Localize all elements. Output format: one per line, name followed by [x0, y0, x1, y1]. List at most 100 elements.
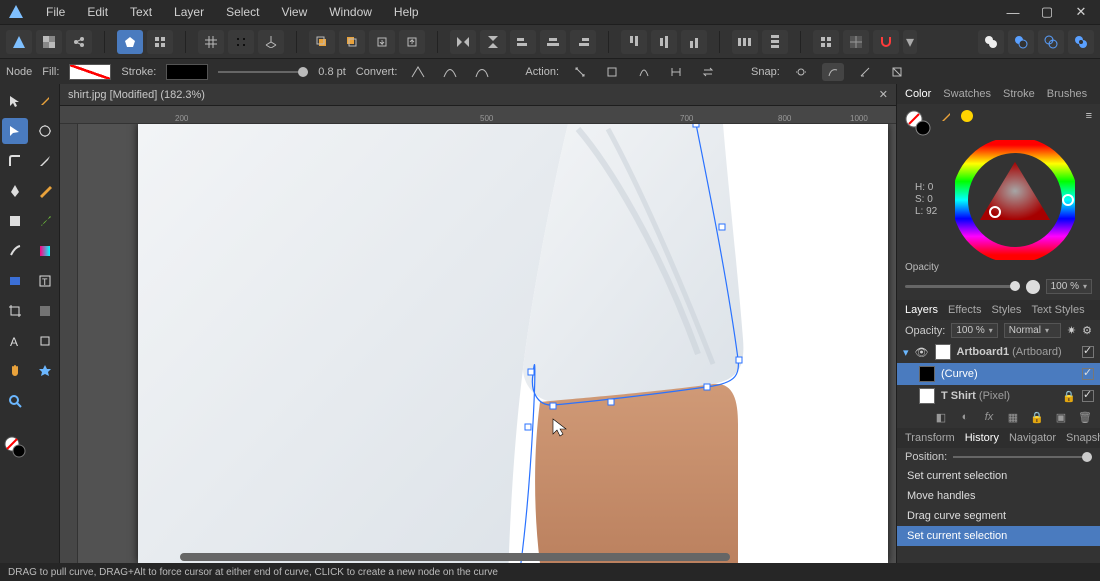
toolbar-snap-dropdown-icon[interactable]: ▾ [903, 30, 917, 54]
layer-btn-lock-icon[interactable]: 🔒 [1028, 411, 1046, 424]
toolbar-bool-add-icon[interactable] [978, 30, 1004, 54]
toolbar-planes-icon[interactable] [258, 30, 284, 54]
tool-fill-stroke-icon[interactable] [2, 434, 28, 460]
opacity-value[interactable]: 100 % [1046, 279, 1092, 294]
menu-view[interactable]: View [271, 3, 317, 21]
stroke-width-slider[interactable] [218, 71, 308, 73]
tool-gradient-icon[interactable] [32, 238, 58, 264]
panel-tab-history[interactable]: History [965, 432, 999, 444]
toolbar-align-right-icon[interactable] [570, 30, 596, 54]
panel-tab-navigator[interactable]: Navigator [1009, 432, 1056, 444]
persona-export-icon[interactable] [66, 30, 92, 54]
scrollbar-horizontal[interactable] [180, 553, 730, 561]
layer-gear-icon[interactable]: ⚙ [1082, 324, 1092, 337]
color-wheel[interactable] [955, 140, 1075, 260]
tool-transparency-icon[interactable] [32, 298, 58, 324]
menu-window[interactable]: Window [319, 3, 382, 21]
layer-check[interactable] [1082, 368, 1094, 380]
tool-frame-icon[interactable]: T [32, 268, 58, 294]
layer-curve[interactable]: (Curve) [897, 363, 1100, 385]
maximize-button[interactable]: ▢ [1032, 2, 1062, 22]
layer-btn-group-icon[interactable]: ▣ [1052, 411, 1070, 424]
toolbar-bool-xor-icon[interactable] [1068, 30, 1094, 54]
panel-menu-icon[interactable]: ≡ [1086, 110, 1092, 122]
toolbar-align-bottom-icon[interactable] [681, 30, 707, 54]
snap-all-icon[interactable] [886, 63, 908, 81]
layer-blendmode[interactable]: Normal [1004, 323, 1061, 338]
action-close-icon[interactable] [601, 63, 623, 81]
toolbar-dotgrid-icon[interactable] [228, 30, 254, 54]
layer-tshirt[interactable]: T Shirt (Pixel) 🔒 [897, 385, 1100, 407]
tool-shape-icon[interactable] [2, 208, 28, 234]
tool-artboard-icon[interactable] [32, 328, 58, 354]
visibility-eye-icon[interactable]: 👁 [915, 346, 929, 359]
snap-geom-icon[interactable] [854, 63, 876, 81]
toolbar-align-center-icon[interactable] [540, 30, 566, 54]
layer-opacity-value[interactable]: 100 % [951, 323, 997, 338]
layer-artboard[interactable]: ▾ 👁 Artboard1 (Artboard) [897, 341, 1100, 363]
document-tab-close-icon[interactable]: ✕ [879, 88, 888, 101]
tool-eyedropper-icon[interactable] [32, 88, 58, 114]
tool-crop-icon[interactable] [2, 298, 28, 324]
panel-tab-swatches[interactable]: Swatches [943, 88, 991, 100]
action-reverse-icon[interactable] [697, 63, 719, 81]
toolbar-assets-icon[interactable] [147, 30, 173, 54]
document-tab-label[interactable]: shirt.jpg [Modified] (182.3%) [68, 89, 205, 101]
convert-smart-icon[interactable] [471, 63, 493, 81]
panel-tab-snapshots[interactable]: Snapshots [1066, 432, 1100, 444]
snap-node-icon[interactable] [790, 63, 812, 81]
toolbar-align-mid-icon[interactable] [651, 30, 677, 54]
layer-btn-crop-icon[interactable]: ▦ [1004, 411, 1022, 424]
panel-tab-color[interactable]: Color [905, 88, 931, 100]
toolbar-arrange-front-icon[interactable] [309, 30, 335, 54]
persona-pixel-icon[interactable] [36, 30, 62, 54]
layer-btn-fx-icon[interactable]: fx [980, 411, 998, 424]
toolbar-distribute-v-icon[interactable] [762, 30, 788, 54]
layer-btn-mask-icon[interactable]: ◧ [932, 411, 950, 424]
tool-paintbrush-icon[interactable] [32, 208, 58, 234]
toolbar-snap-pixel-icon[interactable] [843, 30, 869, 54]
fill-swatch[interactable] [69, 64, 111, 80]
tool-pencil-icon[interactable] [32, 178, 58, 204]
history-item[interactable]: Set current selection [897, 466, 1100, 486]
toolbar-arrange-down-icon[interactable] [369, 30, 395, 54]
panel-tab-textstyles[interactable]: Text Styles [1031, 304, 1084, 316]
toolbar-bool-intersect-icon[interactable] [1038, 30, 1064, 54]
layer-check[interactable] [1082, 346, 1094, 358]
toolbar-snap-grid-icon[interactable] [813, 30, 839, 54]
action-join-icon[interactable] [665, 63, 687, 81]
action-break-icon[interactable] [569, 63, 591, 81]
layer-check[interactable] [1082, 390, 1094, 402]
tool-move-icon[interactable] [2, 88, 28, 114]
history-item[interactable]: Drag curve segment [897, 506, 1100, 526]
tool-node-icon[interactable] [2, 118, 28, 144]
canvas-page[interactable] [138, 124, 888, 563]
tool-star-icon[interactable] [32, 358, 58, 384]
color-picker-icon[interactable] [939, 110, 953, 124]
stroke-swatch[interactable] [166, 64, 208, 80]
toolbar-arrange-up-icon[interactable] [399, 30, 425, 54]
menu-edit[interactable]: Edit [77, 3, 118, 21]
panel-tab-transform[interactable]: Transform [905, 432, 955, 444]
tool-fill-icon[interactable] [2, 268, 28, 294]
history-item[interactable]: Set current selection [897, 526, 1100, 546]
panel-tab-styles[interactable]: Styles [991, 304, 1021, 316]
panel-tab-effects[interactable]: Effects [948, 304, 981, 316]
close-button[interactable]: ✕ [1066, 2, 1096, 22]
menu-file[interactable]: File [36, 3, 75, 21]
layer-btn-adjust-icon[interactable]: ◐ [956, 411, 974, 424]
menu-help[interactable]: Help [384, 3, 429, 21]
tool-pointtransform-icon[interactable] [32, 118, 58, 144]
tool-pen-icon[interactable] [2, 178, 28, 204]
toolbar-align-left-icon[interactable] [510, 30, 536, 54]
tool-hand-icon[interactable] [2, 358, 28, 384]
action-smooth-icon[interactable] [633, 63, 655, 81]
toolbar-snap-magnet-icon[interactable] [873, 30, 899, 54]
toolbar-align-top-icon[interactable] [621, 30, 647, 54]
toolbar-shape-icon[interactable] [117, 30, 143, 54]
tool-corner-icon[interactable] [2, 148, 28, 174]
fill-stroke-swap-icon[interactable] [905, 110, 931, 136]
panel-tab-brushes[interactable]: Brushes [1047, 88, 1087, 100]
history-item[interactable]: Move handles [897, 486, 1100, 506]
toolbar-flip-v-icon[interactable] [480, 30, 506, 54]
